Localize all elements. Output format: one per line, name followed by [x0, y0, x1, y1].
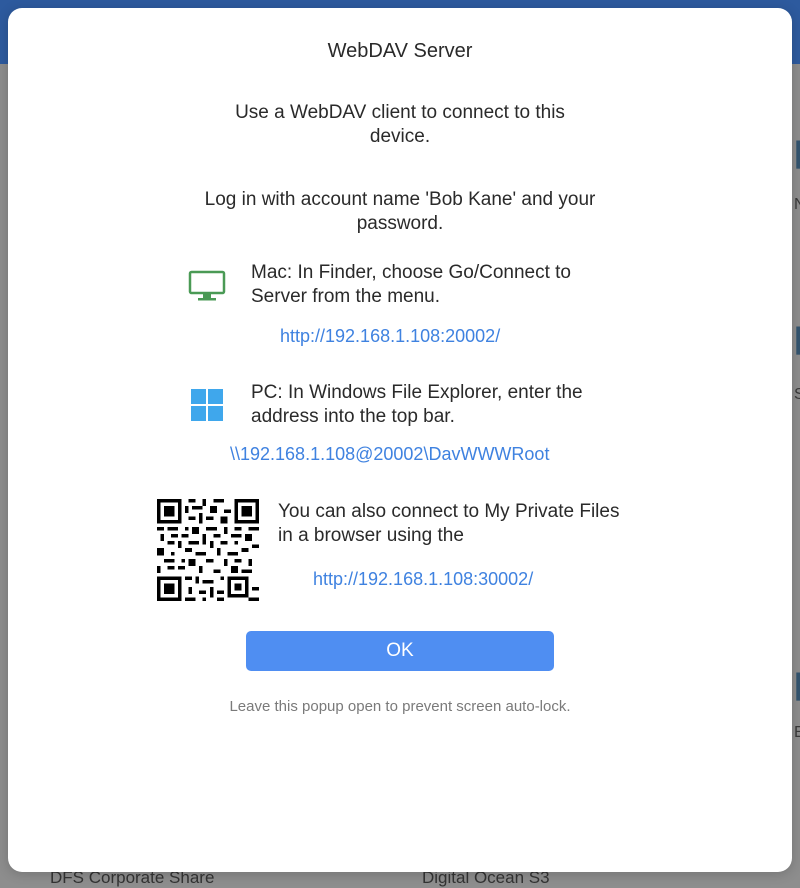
mac-instruction: Mac: In Finder, choose Go/Connect to Ser…	[251, 262, 572, 307]
browser-instruction: You can also connect to My Private Files…	[278, 501, 620, 546]
background-edge-letter: N	[794, 196, 800, 213]
background-edge-glyph: |	[794, 322, 800, 355]
background-edge-glyph: |	[794, 136, 800, 169]
intro-text: Use a WebDAV client to connect to this d…	[8, 101, 792, 149]
intro-text-content: Use a WebDAV client to connect to this d…	[235, 102, 565, 147]
browser-link[interactable]: http://192.168.1.108:30002/	[313, 569, 533, 590]
windows-logo-icon	[191, 389, 223, 421]
background-edge-letter: S	[794, 386, 800, 403]
webdav-dialog: WebDAV Server Use a WebDAV client to con…	[8, 8, 792, 872]
monitor-icon	[188, 270, 226, 301]
pc-instruction: PC: In Windows File Explorer, enter the …	[251, 382, 583, 427]
background-edge-glyph: |	[794, 668, 800, 701]
login-text-content: Log in with account name 'Bob Kane' and …	[204, 189, 596, 234]
dialog-title: WebDAV Server	[327, 40, 473, 62]
mac-webdav-link[interactable]: http://192.168.1.108:20002/	[280, 326, 500, 347]
ok-button[interactable]: OK	[246, 631, 554, 671]
auto-lock-note: Leave this popup open to prevent screen …	[229, 698, 571, 715]
qr-code-icon	[157, 499, 259, 601]
login-text: Log in with account name 'Bob Kane' and …	[8, 188, 792, 236]
pc-webdav-path[interactable]: \\192.168.1.108@20002\DavWWWRoot	[230, 444, 549, 465]
background-edge-letter: E	[794, 724, 800, 741]
